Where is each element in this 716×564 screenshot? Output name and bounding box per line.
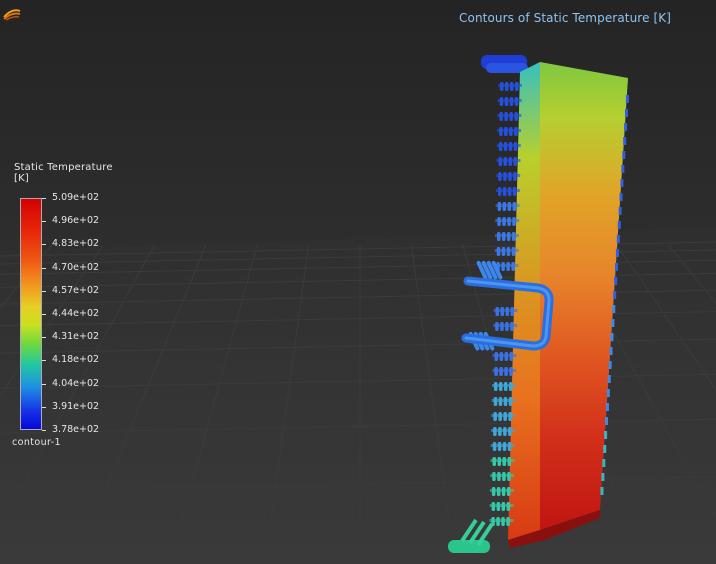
legend-tick [42, 244, 46, 245]
legend-tick [42, 268, 46, 269]
legend-tick [42, 407, 46, 408]
legend-tick-label: 4.04e+02 [52, 378, 100, 389]
legend-tick-label: 3.91e+02 [52, 401, 100, 412]
legend-title: Static Temperature [K] [14, 162, 124, 184]
legend-tick [42, 291, 46, 292]
top-header-pipe [481, 55, 528, 73]
graphics-viewport[interactable]: Contours of Static Temperature [K] [0, 0, 716, 564]
legend-tick [42, 337, 46, 338]
legend-tick [42, 430, 46, 431]
fluent-logo-icon [3, 6, 21, 22]
legend-tick [42, 360, 46, 361]
legend-tick-label: 5.09e+02 [52, 192, 100, 203]
legend-tick-label: 3.78e+02 [52, 424, 100, 435]
legend-tick-label: 4.18e+02 [52, 354, 100, 365]
legend-tick-label: 4.31e+02 [52, 331, 100, 342]
legend-tick-label: 4.83e+02 [52, 238, 100, 249]
legend-title-text: Static Temperature [14, 162, 113, 173]
legend-colorbar [20, 198, 42, 430]
legend-tick-label: 4.57e+02 [52, 285, 100, 296]
legend-tick-label: 4.44e+02 [52, 308, 100, 319]
legend-tick [42, 221, 46, 222]
legend-tick [42, 198, 46, 199]
legend-footer: contour-1 [12, 437, 61, 448]
viewport-title: Contours of Static Temperature [K] [459, 11, 671, 25]
legend-units: [K] [14, 173, 29, 184]
legend-tick-label: 4.70e+02 [52, 262, 100, 273]
legend-tick [42, 384, 46, 385]
legend-tick [42, 314, 46, 315]
legend-tick-label: 4.96e+02 [52, 215, 100, 226]
scene-canvas[interactable] [0, 0, 716, 564]
